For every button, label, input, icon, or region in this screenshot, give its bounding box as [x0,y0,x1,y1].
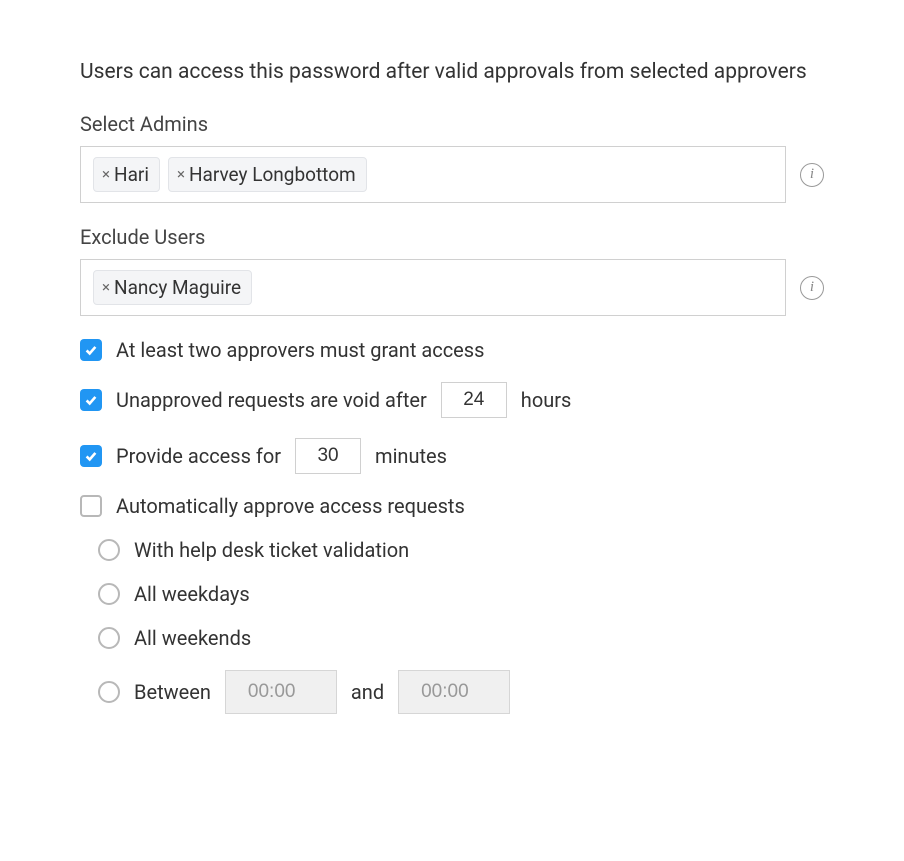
void-after-label-after: hours [521,388,572,412]
two-approvers-label: At least two approvers must grant access [116,338,484,362]
check-icon [84,343,98,357]
time-from-input[interactable] [225,670,337,714]
void-after-hours-input[interactable] [441,382,507,418]
remove-icon[interactable]: × [102,280,110,295]
provide-access-label-after: minutes [375,444,447,468]
option-auto-approve: Automatically approve access requests [80,494,824,518]
time-to-input[interactable] [398,670,510,714]
radio-weekends-label: All weekends [134,626,251,650]
checkbox-void-after[interactable] [80,389,102,411]
chip-label: Nancy Maguire [114,276,241,299]
radio-weekends[interactable] [98,627,120,649]
option-provide-access: Provide access for minutes [80,438,824,474]
auto-approve-label: Automatically approve access requests [116,494,465,518]
radio-between[interactable] [98,681,120,703]
check-icon [84,393,98,407]
between-label: Between [134,680,211,704]
radio-helpdesk[interactable] [98,539,120,561]
radio-row-weekends: All weekends [98,626,824,650]
info-icon[interactable]: i [800,276,824,300]
and-label: and [351,680,384,704]
remove-icon[interactable]: × [177,167,185,182]
checkbox-two-approvers[interactable] [80,339,102,361]
option-void-after: Unapproved requests are void after hours [80,382,824,418]
check-icon [84,449,98,463]
select-admins-label: Select Admins [80,112,824,136]
option-two-approvers: At least two approvers must grant access [80,338,824,362]
remove-icon[interactable]: × [102,167,110,182]
exclude-users-input[interactable]: × Nancy Maguire [80,259,786,316]
void-after-label-before: Unapproved requests are void after [116,388,427,412]
exclude-users-section: Exclude Users × Nancy Maguire i [80,225,824,316]
provide-access-minutes-input[interactable] [295,438,361,474]
chip-label: Hari [114,163,149,186]
select-admins-input[interactable]: × Hari × Harvey Longbottom [80,146,786,203]
radio-weekdays-label: All weekdays [134,582,250,606]
info-icon[interactable]: i [800,163,824,187]
chip-label: Harvey Longbottom [189,163,356,186]
provide-access-label-before: Provide access for [116,444,281,468]
radio-row-between: Between and [98,670,824,714]
exclude-users-label: Exclude Users [80,225,824,249]
admin-chip[interactable]: × Harvey Longbottom [168,157,367,192]
checkbox-auto-approve[interactable] [80,495,102,517]
intro-text: Users can access this password after val… [80,60,824,84]
checkbox-provide-access[interactable] [80,445,102,467]
select-admins-section: Select Admins × Hari × Harvey Longbottom… [80,112,824,203]
radio-row-helpdesk: With help desk ticket validation [98,538,824,562]
radio-weekdays[interactable] [98,583,120,605]
radio-row-weekdays: All weekdays [98,582,824,606]
admin-chip[interactable]: × Hari [93,157,160,192]
radio-helpdesk-label: With help desk ticket validation [134,538,409,562]
excluded-user-chip[interactable]: × Nancy Maguire [93,270,252,305]
